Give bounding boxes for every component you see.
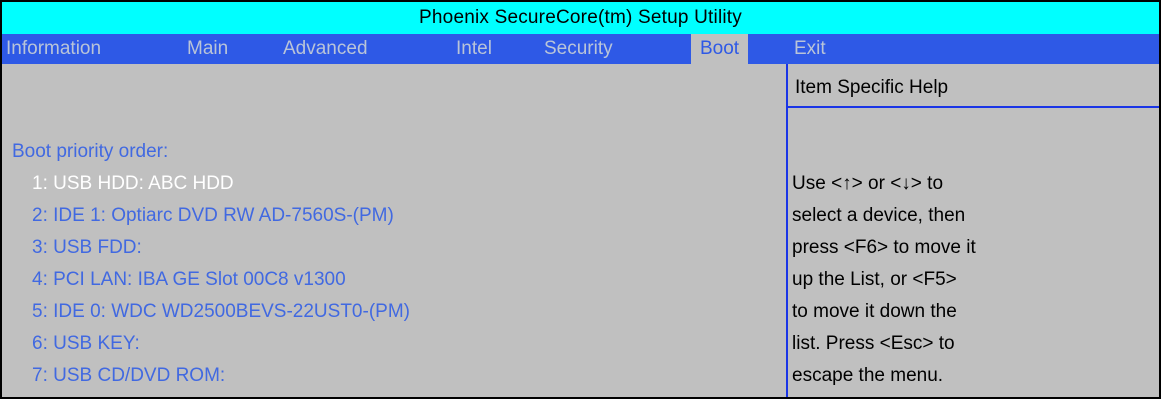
menu-bar: Information Main Advanced Intel Security… — [2, 34, 1159, 64]
help-title: Item Specific Help — [795, 77, 949, 98]
menu-item-exit[interactable]: Exit — [794, 34, 826, 64]
boot-item-7[interactable]: 7: USB CD/DVD ROM: — [32, 364, 225, 388]
menu-item-intel[interactable]: Intel — [456, 34, 492, 64]
help-line-7: escape the menu. — [792, 365, 944, 386]
menu-item-security[interactable]: Security — [544, 34, 613, 64]
boot-priority-heading: Boot priority order: — [12, 141, 169, 162]
boot-item-5[interactable]: 5: IDE 0: WDC WD2500BEVS-22UST0-(PM) — [32, 300, 410, 324]
menu-item-main[interactable]: Main — [187, 34, 228, 64]
boot-item-2[interactable]: 2: IDE 1: Optiarc DVD RW AD-7560S-(PM) — [32, 204, 394, 228]
help-line-6: list. Press <Esc> to — [792, 333, 955, 354]
help-line-5: to move it down the — [792, 301, 957, 322]
pane-divider — [786, 64, 788, 397]
help-line-4: up the List, or <F5> — [792, 269, 957, 290]
bios-setup-screen: Phoenix SecureCore(tm) Setup Utility Inf… — [0, 0, 1161, 399]
app-title: Phoenix SecureCore(tm) Setup Utility — [419, 7, 742, 28]
title-bar: Phoenix SecureCore(tm) Setup Utility — [2, 2, 1159, 34]
help-line-3: press <F6> to move it — [792, 237, 976, 258]
help-header-divider — [788, 106, 1159, 108]
boot-item-6[interactable]: 6: USB KEY: — [32, 332, 140, 356]
menu-item-boot[interactable]: Boot — [691, 34, 749, 64]
boot-item-1[interactable]: 1: USB HDD: ABC HDD — [32, 172, 234, 196]
help-line-2: select a device, then — [792, 205, 966, 226]
menu-item-advanced[interactable]: Advanced — [283, 34, 368, 64]
boot-item-4[interactable]: 4: PCI LAN: IBA GE Slot 00C8 v1300 — [32, 268, 346, 292]
menu-item-information[interactable]: Information — [6, 34, 101, 64]
boot-item-3[interactable]: 3: USB FDD: — [32, 236, 142, 260]
help-line-1: Use <↑> or <↓> to — [792, 173, 944, 194]
